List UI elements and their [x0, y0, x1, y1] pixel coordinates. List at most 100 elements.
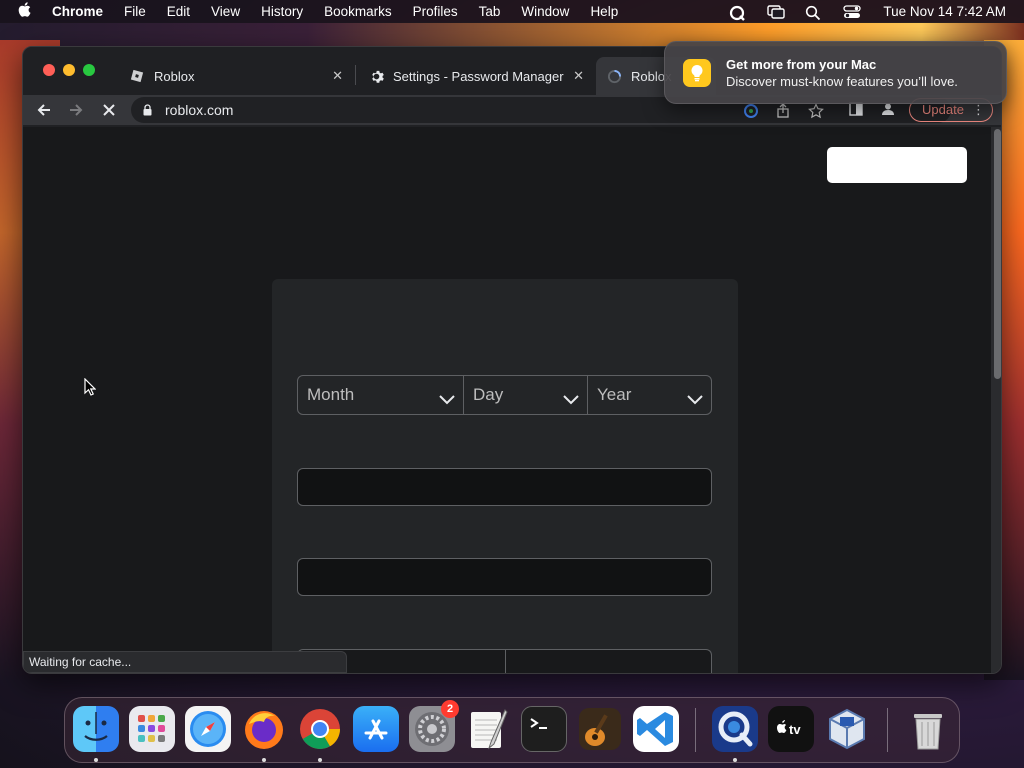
- menu-tab[interactable]: Tab: [479, 4, 501, 19]
- loading-icon: [606, 68, 622, 84]
- dock-finder[interactable]: [73, 706, 119, 752]
- header-button[interactable]: [827, 147, 967, 183]
- bookmark-star-icon[interactable]: [808, 103, 824, 119]
- tab-title: Roblox: [154, 68, 195, 84]
- menu-view[interactable]: View: [211, 4, 240, 19]
- tab-close-icon[interactable]: ✕: [573, 68, 584, 84]
- app-store-icon: [364, 719, 388, 740]
- chevron-down-icon: [561, 385, 581, 405]
- dock-garageband[interactable]: [577, 706, 623, 752]
- year-dropdown[interactable]: Year: [587, 376, 711, 414]
- side-panel-icon[interactable]: [849, 102, 865, 118]
- safari-icon: [190, 711, 226, 747]
- menu-app-name[interactable]: Chrome: [52, 4, 103, 19]
- dock-launchpad[interactable]: [129, 706, 175, 752]
- gender-selector[interactable]: [297, 649, 712, 673]
- minimize-window-button[interactable]: [63, 64, 75, 76]
- notification-subtitle: Discover must-know features you’ll love.: [726, 74, 958, 89]
- dock-firefox[interactable]: [241, 706, 287, 752]
- tab-roblox-1[interactable]: Roblox ✕: [121, 57, 353, 95]
- username-input[interactable]: [297, 468, 712, 506]
- menu-help[interactable]: Help: [590, 4, 618, 19]
- menu-bookmarks[interactable]: Bookmarks: [324, 4, 392, 19]
- notification-banner[interactable]: Get more from your Mac Discover must-kno…: [664, 41, 1007, 104]
- menu-history[interactable]: History: [261, 4, 303, 19]
- back-arrow-icon[interactable]: [33, 99, 55, 121]
- dock-quicktime[interactable]: [712, 706, 758, 752]
- dock: 2 tv: [64, 697, 960, 763]
- terminal-icon: [530, 718, 547, 729]
- gender-divider: [505, 650, 506, 673]
- dock-divider: [887, 708, 888, 752]
- share-icon[interactable]: [776, 103, 792, 119]
- day-dropdown[interactable]: Day: [463, 376, 587, 414]
- control-center-icon[interactable]: [843, 4, 862, 19]
- menu-bar: Chrome File Edit View History Bookmarks …: [0, 0, 1024, 23]
- apple-tv-icon: tv: [777, 720, 801, 737]
- quicktime-icon[interactable]: [729, 5, 747, 21]
- menu-file[interactable]: File: [124, 4, 146, 19]
- chrome-icon: [300, 709, 340, 749]
- quicktime-player-icon: [718, 711, 753, 747]
- tab-close-icon[interactable]: ✕: [332, 68, 343, 84]
- dock-trash[interactable]: [905, 706, 951, 752]
- day-placeholder: Day: [473, 385, 504, 404]
- dock-vscode[interactable]: [633, 706, 679, 752]
- roblox-icon: [129, 68, 145, 84]
- menu-window[interactable]: Window: [521, 4, 569, 19]
- tab-separator: [355, 65, 356, 85]
- dock-safari[interactable]: [185, 706, 231, 752]
- forward-arrow-icon[interactable]: [65, 99, 87, 121]
- screen-mirroring-icon[interactable]: [767, 4, 786, 19]
- menu-edit[interactable]: Edit: [167, 4, 190, 19]
- google-lens-icon[interactable]: [743, 103, 759, 119]
- spotlight-icon[interactable]: [805, 5, 823, 20]
- dock-system-settings[interactable]: 2: [409, 700, 459, 752]
- textedit-icon: [471, 709, 508, 750]
- trash-icon: [914, 714, 942, 750]
- status-bubble: Waiting for cache...: [23, 651, 347, 673]
- chrome-window: Roblox ✕ Settings - Password Manager ✕ R…: [22, 46, 1002, 674]
- virtualbox-icon: [829, 708, 865, 750]
- dock-apple-tv[interactable]: tv: [768, 706, 814, 752]
- tab-settings-password-manager[interactable]: Settings - Password Manager ✕: [360, 57, 594, 95]
- notification-badge: 2: [441, 700, 459, 718]
- close-window-button[interactable]: [43, 64, 55, 76]
- running-indicator: [318, 758, 322, 762]
- page-scrollbar[interactable]: [991, 127, 1001, 673]
- password-input[interactable]: [297, 558, 712, 596]
- birthday-selector: Month Day Year: [297, 375, 712, 415]
- finder-icon: [84, 712, 108, 741]
- stop-loading-icon[interactable]: [98, 99, 120, 121]
- launchpad-icon: [138, 715, 165, 742]
- dock-terminal[interactable]: [521, 706, 567, 752]
- url-text[interactable]: roblox.com: [165, 102, 233, 118]
- tab-title: Settings - Password Manager: [393, 68, 564, 84]
- menu-clock[interactable]: Tue Nov 14 7:42 AM: [883, 4, 1006, 19]
- update-label: Update: [922, 102, 964, 117]
- running-indicator: [733, 758, 737, 762]
- scrollbar-thumb[interactable]: [994, 129, 1001, 379]
- profile-avatar-icon[interactable]: [881, 102, 897, 118]
- month-dropdown[interactable]: Month: [298, 376, 463, 414]
- dock-textedit[interactable]: [465, 706, 511, 752]
- zoom-window-button[interactable]: [83, 64, 95, 76]
- lightbulb-icon: [683, 59, 711, 87]
- gear-icon: [368, 68, 384, 84]
- firefox-icon: [245, 711, 283, 749]
- mouse-cursor-icon: [84, 377, 97, 401]
- guitar-icon: [579, 708, 621, 750]
- running-indicator: [94, 758, 98, 762]
- dock-virtualbox[interactable]: [824, 706, 870, 752]
- notification-title: Get more from your Mac: [726, 57, 877, 72]
- running-indicator: [262, 758, 266, 762]
- dock-chrome[interactable]: [297, 706, 343, 752]
- chevron-down-icon: [685, 385, 705, 405]
- menu-profiles[interactable]: Profiles: [413, 4, 458, 19]
- year-placeholder: Year: [597, 385, 632, 404]
- chevron-down-icon: [437, 385, 457, 405]
- lock-icon[interactable]: [143, 103, 152, 116]
- page-content: Month Day Year: [23, 127, 991, 673]
- dock-app-store[interactable]: [353, 706, 399, 752]
- apple-menu-icon[interactable]: [14, 2, 34, 21]
